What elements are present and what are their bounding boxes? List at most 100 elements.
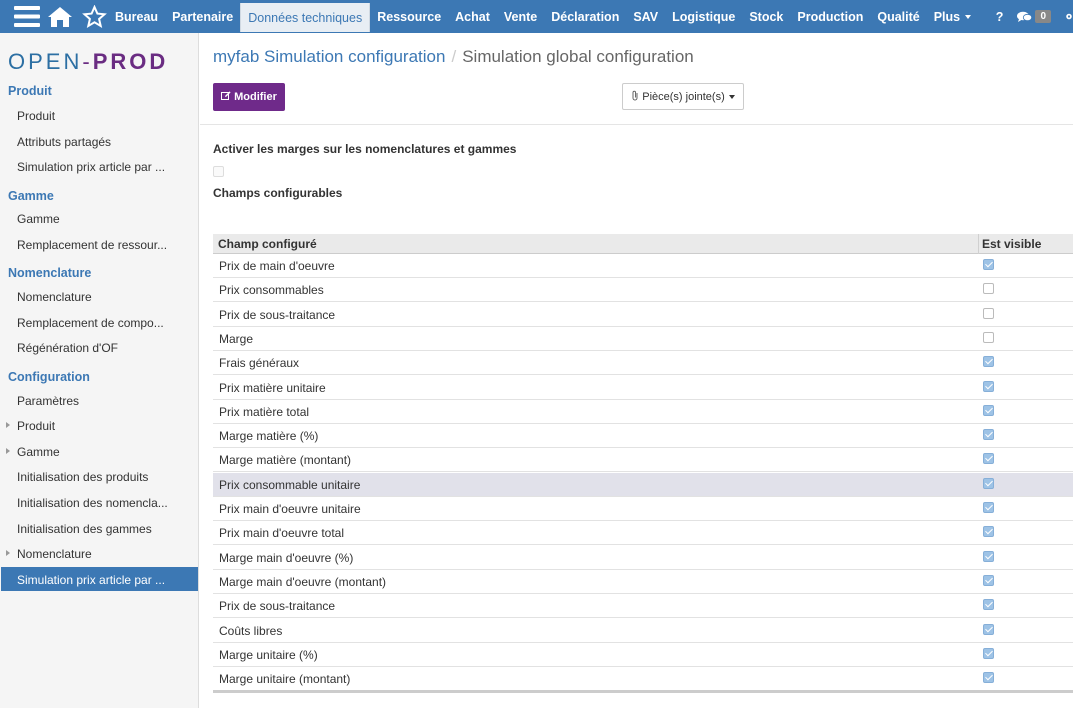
modifier-button[interactable]: Modifier — [213, 83, 285, 111]
visible-checkbox[interactable] — [983, 550, 994, 562]
sidebar-item-produit[interactable]: Produit — [17, 109, 177, 123]
visible-checkbox[interactable] — [983, 453, 994, 465]
table-row[interactable]: Marge main d'oeuvre (montant) — [213, 570, 1073, 594]
nav-item-production[interactable]: Production — [790, 0, 870, 33]
caret-right-icon[interactable] — [6, 448, 10, 454]
table-row[interactable]: Marge — [213, 327, 1073, 351]
visible-checkbox[interactable] — [983, 526, 994, 538]
table-row[interactable]: Prix de sous-traitance — [213, 303, 1073, 327]
table-row[interactable]: Marge unitaire (%) — [213, 643, 1073, 667]
sidebar-item-config-produit[interactable]: Produit — [17, 419, 177, 433]
help-button[interactable]: ? — [988, 0, 1012, 33]
nav-item-donnees-techniques[interactable]: Données techniques — [240, 3, 371, 32]
visible-checkbox[interactable] — [983, 331, 994, 343]
sidebar-item-config-gamme[interactable]: Gamme — [17, 445, 177, 459]
sidebar-item-attributs-partages[interactable]: Attributs partagés — [17, 135, 177, 149]
visible-checkbox[interactable] — [983, 404, 994, 416]
nav-item-qualite[interactable]: Qualité — [870, 0, 926, 33]
visible-checkbox[interactable] — [983, 599, 994, 611]
field-name-cell: Prix consommables — [219, 283, 324, 298]
sidebar-item-gamme[interactable]: Gamme — [17, 212, 177, 226]
table-row[interactable]: Prix matière total — [213, 400, 1073, 424]
field-name-cell: Marge unitaire (montant) — [219, 672, 351, 687]
table-row[interactable]: Marge matière (%) — [213, 424, 1073, 449]
breadcrumb-current: Simulation global configuration — [462, 47, 694, 66]
sidebar-section-nomenclature[interactable]: Nomenclature — [8, 266, 91, 280]
sidebar-item-simulation-prix-active[interactable]: Simulation prix article par ... — [17, 573, 177, 587]
logo-prod: PROD — [92, 49, 169, 74]
nav-item-ressource[interactable]: Ressource — [370, 0, 448, 33]
visible-checkbox[interactable] — [983, 574, 994, 586]
table-row[interactable]: Frais généraux — [213, 351, 1073, 376]
settings-icon[interactable] — [1065, 10, 1073, 23]
attachments-dropdown[interactable]: Pièce(s) jointe(s) — [622, 83, 744, 110]
attachments-label: Pièce(s) jointe(s) — [642, 90, 725, 103]
table-row[interactable]: Marge unitaire (montant) — [213, 667, 1073, 692]
visible-checkbox[interactable] — [983, 477, 994, 489]
table-row[interactable]: Coûts libres — [213, 619, 1073, 643]
nav-item-logistique[interactable]: Logistique — [665, 0, 742, 33]
sidebar-item-config-nomenclature[interactable]: Nomenclature — [17, 547, 177, 561]
margins-checkbox[interactable] — [213, 166, 224, 177]
modifier-label: Modifier — [234, 91, 277, 103]
nav-item-declaration[interactable]: Déclaration — [544, 0, 626, 33]
visible-checkbox[interactable] — [983, 429, 994, 441]
table-row[interactable]: Marge matière (montant) — [213, 448, 1073, 473]
table-header: Champ configuré Est visible — [213, 234, 1073, 254]
breadcrumb-parent-link[interactable]: myfab Simulation configuration — [213, 47, 445, 66]
nav-item-vente[interactable]: Vente — [497, 0, 544, 33]
field-name-cell: Marge unitaire (%) — [219, 647, 318, 662]
caret-right-icon[interactable] — [6, 550, 10, 556]
sidebar-item-remplacement-composant[interactable]: Remplacement de compo... — [17, 316, 177, 330]
chevron-down-icon — [728, 94, 735, 99]
nav-item-achat[interactable]: Achat — [448, 0, 497, 33]
sidebar-item-nomenclature[interactable]: Nomenclature — [17, 290, 177, 304]
home-icon[interactable] — [47, 5, 73, 28]
visible-checkbox[interactable] — [983, 672, 994, 684]
column-header-champ[interactable]: Champ configuré — [218, 237, 317, 251]
caret-right-icon[interactable] — [6, 422, 10, 428]
sidebar-section-gamme[interactable]: Gamme — [8, 189, 54, 203]
sidebar-item-init-gammes[interactable]: Initialisation des gammes — [17, 522, 177, 536]
menu-icon[interactable] — [14, 5, 40, 28]
visible-checkbox[interactable] — [983, 647, 994, 659]
table-row[interactable]: Prix de sous-traitance — [213, 594, 1073, 619]
table-row[interactable]: Prix main d'oeuvre total — [213, 521, 1073, 546]
column-header-visible[interactable]: Est visible — [982, 237, 1041, 251]
table-row[interactable]: Prix de main d'oeuvre — [213, 254, 1073, 278]
sidebar-section-produit[interactable]: Produit — [8, 84, 52, 98]
chat-count-badge: 0 — [1035, 10, 1051, 23]
nav-item-partenaire[interactable]: Partenaire — [165, 0, 240, 33]
visible-checkbox[interactable] — [983, 623, 994, 635]
nav-item-bureau[interactable]: Bureau — [108, 0, 165, 33]
visible-checkbox[interactable] — [983, 380, 994, 392]
table-row[interactable]: Prix matière unitaire — [213, 376, 1073, 400]
visible-checkbox[interactable] — [983, 259, 994, 270]
table-row[interactable]: Prix consommable unitaire — [213, 472, 1073, 497]
table-row[interactable]: Marge main d'oeuvre (%) — [213, 546, 1073, 570]
sidebar-item-parametres[interactable]: Paramètres — [17, 394, 177, 408]
field-name-cell: Prix matière unitaire — [219, 380, 326, 395]
sidebar-item-simulation-prix[interactable]: Simulation prix article par ... — [17, 160, 177, 174]
nav-item-plus[interactable]: Plus — [927, 0, 978, 33]
logo-open: OPEN — [8, 49, 83, 74]
field-name-cell: Marge matière (montant) — [219, 453, 352, 468]
star-icon[interactable] — [81, 4, 107, 29]
logo-dash: - — [82, 49, 93, 74]
sidebar-item-regeneration-of[interactable]: Régénération d'OF — [17, 341, 177, 355]
table-row[interactable]: Prix consommables — [213, 278, 1073, 303]
visible-checkbox[interactable] — [983, 307, 994, 319]
nav-item-sav[interactable]: SAV — [626, 0, 665, 33]
sidebar: OPEN-PROD Produit Produit Attributs part… — [0, 33, 199, 708]
field-name-cell: Prix matière total — [219, 404, 310, 419]
sidebar-item-remplacement-ressource[interactable]: Remplacement de ressour... — [17, 238, 177, 252]
visible-checkbox[interactable] — [983, 356, 994, 368]
chat-button[interactable]: 0 — [1011, 0, 1073, 33]
visible-checkbox[interactable] — [983, 283, 994, 295]
sidebar-section-configuration[interactable]: Configuration — [8, 370, 90, 384]
sidebar-item-init-produits[interactable]: Initialisation des produits — [17, 470, 177, 484]
table-row[interactable]: Prix main d'oeuvre unitaire — [213, 497, 1073, 521]
sidebar-item-init-nomenclatures[interactable]: Initialisation des nomencla... — [17, 496, 177, 510]
visible-checkbox[interactable] — [983, 502, 994, 513]
nav-item-stock[interactable]: Stock — [742, 0, 790, 33]
